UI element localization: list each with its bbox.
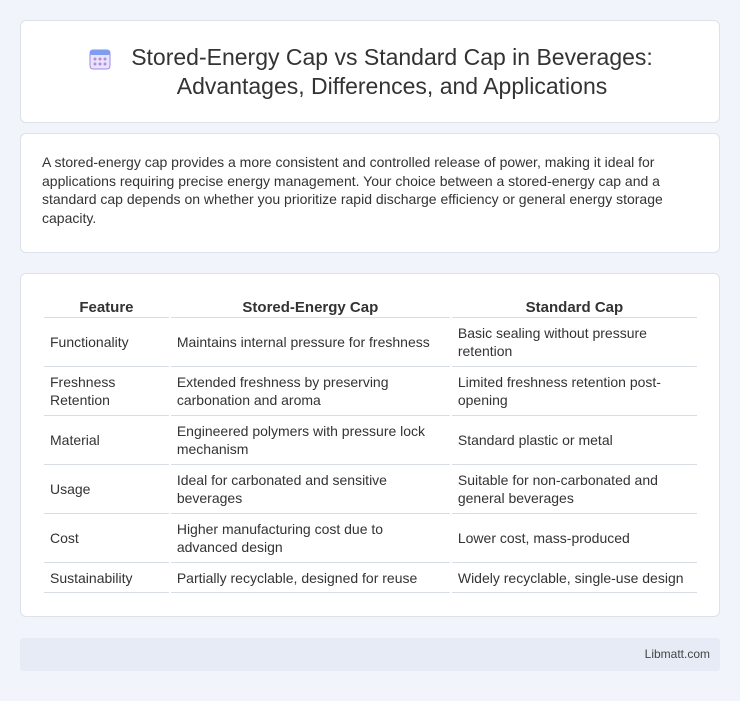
header-standard-cap: Standard Cap bbox=[451, 296, 697, 318]
table-row: Freshness Retention Extended freshness b… bbox=[44, 367, 697, 416]
table-row: Cost Higher manufacturing cost due to ad… bbox=[44, 514, 697, 563]
table-row: Usage Ideal for carbonated and sensitive… bbox=[44, 465, 697, 514]
intro-card: A stored-energy cap provides a more cons… bbox=[20, 133, 720, 253]
standard-cell: Limited freshness retention post-opening bbox=[451, 367, 697, 416]
stored-energy-cell: Engineered polymers with pressure lock m… bbox=[170, 416, 450, 465]
table-header-row: Feature Stored-Energy Cap Standard Cap bbox=[44, 296, 697, 318]
comparison-card: Feature Stored-Energy Cap Standard Cap F… bbox=[20, 273, 720, 617]
title-card: Stored-Energy Cap vs Standard Cap in Bev… bbox=[20, 20, 720, 123]
stored-energy-cell: Maintains internal pressure for freshnes… bbox=[170, 318, 450, 367]
footer-bar: Libmatt.com bbox=[20, 638, 720, 671]
feature-cell: Sustainability bbox=[44, 563, 169, 593]
header-stored-energy-cap: Stored-Energy Cap bbox=[170, 296, 450, 318]
standard-cell: Basic sealing without pressure retention bbox=[451, 318, 697, 367]
standard-cell: Suitable for non-carbonated and general … bbox=[451, 465, 697, 514]
standard-cell: Lower cost, mass-produced bbox=[451, 514, 697, 563]
feature-cell: Usage bbox=[44, 465, 169, 514]
standard-cell: Widely recyclable, single-use design bbox=[451, 563, 697, 593]
footer-brand[interactable]: Libmatt.com bbox=[645, 647, 710, 661]
stored-energy-cell: Extended freshness by preserving carbona… bbox=[170, 367, 450, 416]
stored-energy-cell: Ideal for carbonated and sensitive bever… bbox=[170, 465, 450, 514]
stored-energy-cell: Higher manufacturing cost due to advance… bbox=[170, 514, 450, 563]
table-row: Sustainability Partially recyclable, des… bbox=[44, 563, 697, 593]
feature-cell: Cost bbox=[44, 514, 169, 563]
stored-energy-cell: Partially recyclable, designed for reuse bbox=[170, 563, 450, 593]
table-row: Material Engineered polymers with pressu… bbox=[44, 416, 697, 465]
intro-paragraph: A stored-energy cap provides a more cons… bbox=[42, 154, 663, 226]
table-row: Functionality Maintains internal pressur… bbox=[44, 318, 697, 367]
page-title: Stored-Energy Cap vs Standard Cap in Bev… bbox=[131, 43, 653, 99]
feature-cell: Functionality bbox=[44, 318, 169, 367]
header-feature: Feature bbox=[44, 296, 169, 318]
standard-cell: Standard plastic or metal bbox=[451, 416, 697, 465]
feature-cell: Material bbox=[44, 416, 169, 465]
comparison-table: Feature Stored-Energy Cap Standard Cap F… bbox=[42, 296, 699, 593]
feature-cell: Freshness Retention bbox=[44, 367, 169, 416]
